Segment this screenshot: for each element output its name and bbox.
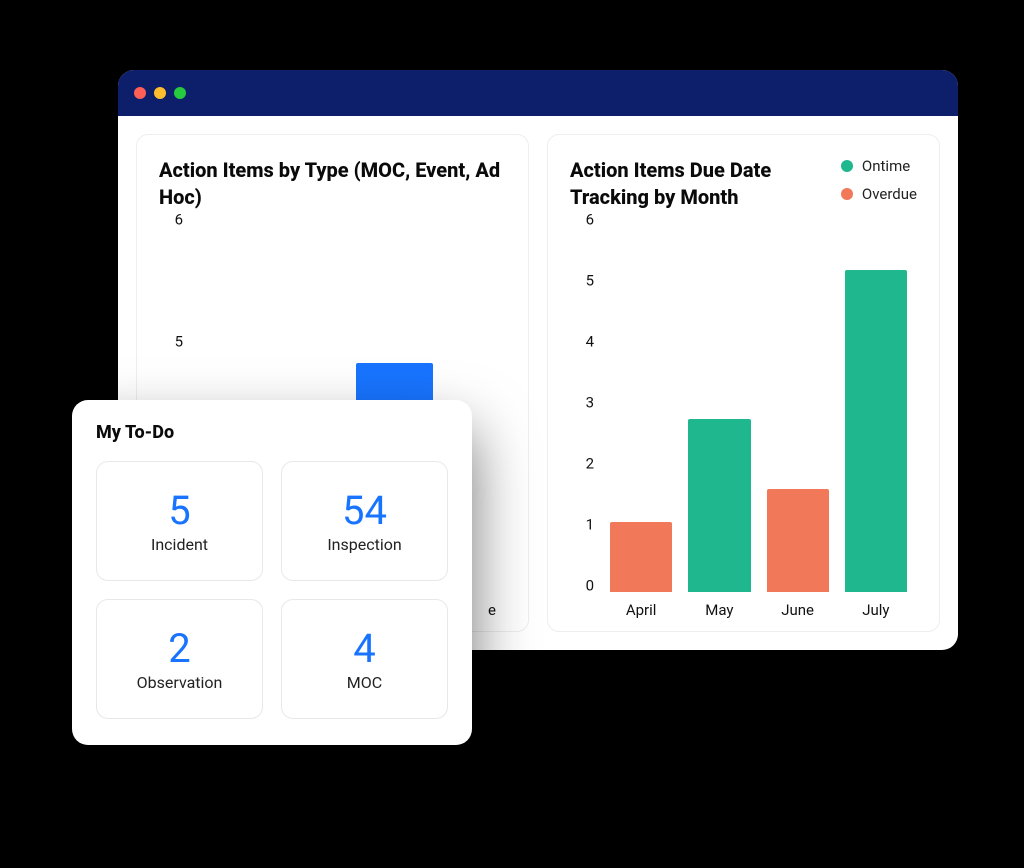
y-axis-ticks: 0123456 xyxy=(570,227,594,593)
card-my-todo: My To-Do 5 Incident 54 Inspection 2 Observati… xyxy=(72,400,472,745)
window-minimize-icon[interactable] xyxy=(154,87,166,99)
window-maximize-icon[interactable] xyxy=(174,87,186,99)
card-due-date-tracking: Action Items Due Date Tracking by Month … xyxy=(547,134,940,632)
chart-right: 0123456 April May June July xyxy=(570,227,917,619)
x-tick: April xyxy=(610,601,672,619)
chart-bar xyxy=(845,270,907,592)
card-title: My To-Do xyxy=(96,422,448,443)
legend-item: Ontime xyxy=(841,157,917,175)
x-tick-fragment: e xyxy=(488,601,496,619)
todo-tile[interactable]: 5 Incident xyxy=(96,461,263,581)
chart-bar xyxy=(610,522,672,592)
todo-count: 54 xyxy=(342,489,387,533)
legend-label: Overdue xyxy=(862,185,917,203)
window-close-icon[interactable] xyxy=(134,87,146,99)
todo-count: 4 xyxy=(353,627,375,671)
todo-label: MOC xyxy=(347,673,382,692)
plot-area xyxy=(594,227,917,593)
todo-label: Inspection xyxy=(327,535,401,554)
legend-label: Ontime xyxy=(862,157,910,175)
todo-count: 5 xyxy=(168,489,190,533)
x-tick: June xyxy=(767,601,829,619)
todo-tile[interactable]: 2 Observation xyxy=(96,599,263,719)
todo-label: Incident xyxy=(151,535,208,554)
legend-swatch-icon xyxy=(841,160,853,172)
x-tick: July xyxy=(845,601,907,619)
titlebar xyxy=(118,70,958,116)
chart-bar xyxy=(767,489,829,592)
legend-swatch-icon xyxy=(841,188,853,200)
todo-grid: 5 Incident 54 Inspection 2 Observation 4 MOC xyxy=(96,461,448,719)
x-tick: May xyxy=(688,601,750,619)
legend-item: Overdue xyxy=(841,185,917,203)
todo-tile[interactable]: 4 MOC xyxy=(281,599,448,719)
x-axis-labels: April May June July xyxy=(594,593,917,619)
chart-bar xyxy=(688,419,750,592)
chart-legend: Ontime Overdue xyxy=(841,157,917,203)
card-title: Action Items Due Date Tracking by Month xyxy=(570,157,800,211)
todo-tile[interactable]: 54 Inspection xyxy=(281,461,448,581)
todo-count: 2 xyxy=(168,627,190,671)
card-title: Action Items by Type (MOC, Event, Ad Hoc… xyxy=(159,157,506,211)
todo-label: Observation xyxy=(137,673,223,692)
